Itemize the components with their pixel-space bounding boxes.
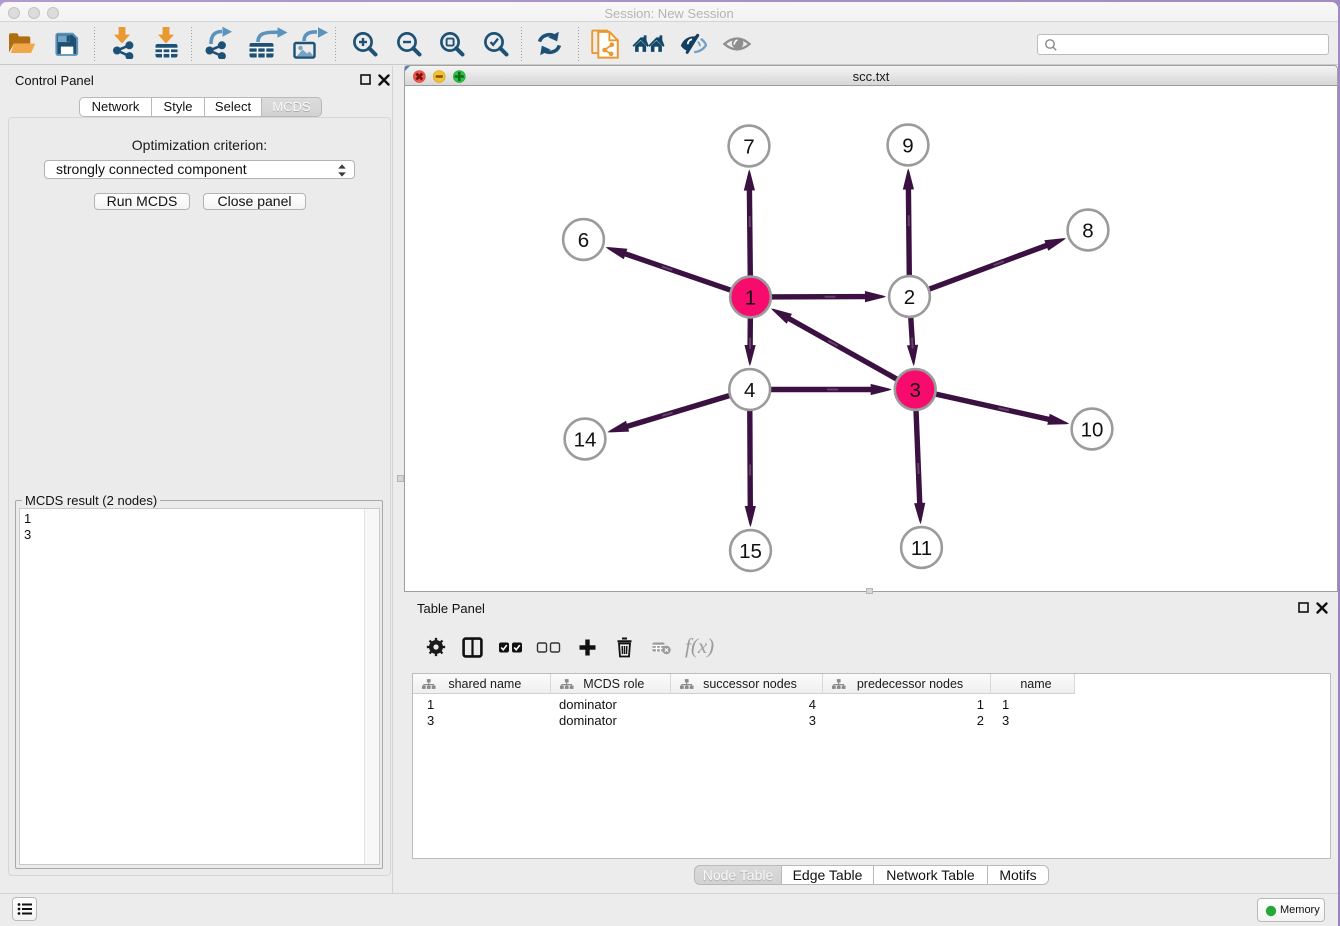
svg-text:9: 9: [902, 134, 913, 157]
svg-text:f(x): f(x): [685, 634, 714, 658]
svg-text:11: 11: [911, 537, 932, 560]
svg-text:1: 1: [745, 286, 756, 309]
svg-text:7: 7: [743, 135, 754, 158]
svg-text:8: 8: [1082, 219, 1093, 242]
svg-text:3: 3: [909, 379, 920, 402]
svg-text:14: 14: [574, 428, 597, 451]
svg-text:15: 15: [739, 540, 762, 563]
svg-text:4: 4: [744, 379, 755, 402]
svg-text:6: 6: [578, 229, 589, 252]
svg-text:2: 2: [904, 286, 915, 309]
svg-text:10: 10: [1081, 418, 1104, 441]
